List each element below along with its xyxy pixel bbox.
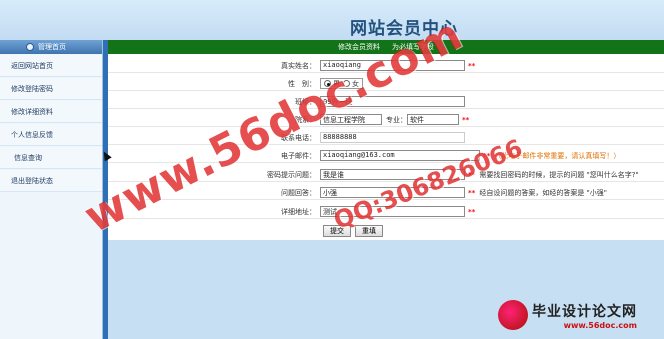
site-logo: 毕业设计论文网 www.56doc.com	[498, 300, 637, 330]
sidebar-item-feedback[interactable]: 个人信息反馈	[0, 124, 102, 146]
home-icon	[26, 43, 34, 51]
dept-input[interactable]: 信息工程学院	[320, 114, 382, 125]
sidebar-item-change-password[interactable]: 修改登陆密码	[0, 78, 102, 100]
row-question: 密码提示问题： 我是谁 ** 需要找回密码的时候，提示的问题 "您叫什么名字?"	[108, 168, 664, 182]
address-label: 详细地址：	[281, 207, 316, 216]
form-buttons: 提交 重填	[323, 225, 383, 237]
form-header-title: 修改会员资料	[338, 43, 380, 51]
submit-button[interactable]: 提交	[323, 225, 351, 237]
row-address: 详细地址： 测试 **	[108, 205, 664, 219]
form-header: 修改会员资料 为必填写字段	[108, 40, 664, 54]
sidebar-item-edit-profile[interactable]: 修改详细资料	[0, 101, 102, 123]
gender-female-label: 女	[352, 79, 359, 88]
sidebar-item-query[interactable]: 信息查询	[0, 147, 102, 169]
address-input[interactable]: 测试	[320, 206, 465, 217]
question-input[interactable]: 我是谁	[320, 169, 465, 180]
sidebar-item-label: 信息查询	[14, 153, 42, 162]
email-input[interactable]: xiaoqiang@163.com	[320, 150, 480, 161]
realname-label: 真实姓名：	[281, 61, 316, 70]
sidebar: 管理首页 返回网站首页 修改登陆密码 修改详细资料 个人信息反馈 信息查询 退出…	[0, 40, 103, 339]
required-mark: **	[462, 115, 470, 124]
reset-button[interactable]: 重填	[355, 225, 383, 237]
required-mark: **	[468, 170, 476, 179]
row-phone: 联系电话： 88888888	[108, 131, 664, 145]
question-label: 密码提示问题：	[267, 170, 316, 179]
logo-mark-icon	[498, 300, 528, 330]
row-answer: 问题回答： 小强 ** 经自设问题的答案，如经的答案是 "小强"	[108, 186, 664, 200]
row-email: 电子邮件： xiaoqiang@163.com ** （此电子邮件非常重要，请认…	[108, 149, 664, 163]
answer-label: 问题回答：	[281, 188, 316, 197]
realname-input[interactable]: xiaoqiang	[320, 60, 465, 71]
class-label: 班级：	[295, 97, 316, 106]
email-note: （此电子邮件非常重要，请认真填写！）	[494, 151, 621, 160]
form-header-hint: 为必填写字段	[392, 43, 434, 51]
phone-label: 联系电话：	[281, 133, 316, 142]
page-title: 网站会员中心	[350, 19, 458, 39]
class-input[interactable]: 09界一班	[320, 96, 465, 107]
gender-female-radio[interactable]	[343, 80, 350, 87]
row-realname: 真实姓名： xiaoqiang **	[108, 59, 664, 73]
sidebar-item-label: 个人信息反馈	[11, 130, 53, 139]
sidebar-header-label: 管理首页	[38, 43, 66, 51]
answer-note: 经自设问题的答案，如经的答案是 "小强"	[479, 188, 607, 197]
gender-male-label: 男	[333, 79, 340, 88]
required-mark: **	[468, 188, 476, 197]
row-dept: 院系： 信息工程学院 专业： 软件 **	[108, 113, 664, 127]
question-note: 需要找回密码的时候，提示的问题 "您叫什么名字?"	[479, 170, 639, 179]
required-mark: **	[483, 151, 491, 160]
sidebar-item-label: 退出登陆状态	[11, 176, 53, 185]
sidebar-item-label: 返回网站首页	[11, 61, 53, 70]
top-banner: 网站会员中心	[0, 0, 664, 40]
phone-input[interactable]: 88888888	[320, 132, 465, 143]
major-input[interactable]: 软件	[407, 114, 459, 125]
logo-name: 毕业设计论文网	[532, 303, 637, 320]
sidebar-item-label: 修改详细资料	[11, 107, 53, 116]
gender-label: 性 别：	[288, 79, 316, 88]
sidebar-header[interactable]: 管理首页	[0, 40, 102, 54]
answer-input[interactable]: 小强	[320, 187, 465, 198]
required-mark: **	[468, 207, 476, 216]
profile-form: 修改会员资料 为必填写字段 真实姓名： xiaoqiang ** 性 别： 男 …	[108, 40, 664, 240]
row-class: 班级： 09界一班	[108, 95, 664, 109]
gender-male-radio[interactable]	[324, 80, 331, 87]
sidebar-item-back-home[interactable]: 返回网站首页	[0, 55, 102, 77]
email-label: 电子邮件：	[281, 151, 316, 160]
row-gender: 性 别： 男 女	[108, 77, 664, 91]
gender-radio-group: 男 女	[320, 78, 363, 89]
dept-label: 院系：	[295, 115, 316, 124]
major-label: 专业：	[386, 115, 407, 124]
required-mark: **	[468, 61, 476, 70]
logo-url: www.56doc.com	[563, 320, 637, 330]
sidebar-item-logout[interactable]: 退出登陆状态	[0, 170, 102, 192]
sidebar-item-label: 修改登陆密码	[11, 84, 53, 93]
